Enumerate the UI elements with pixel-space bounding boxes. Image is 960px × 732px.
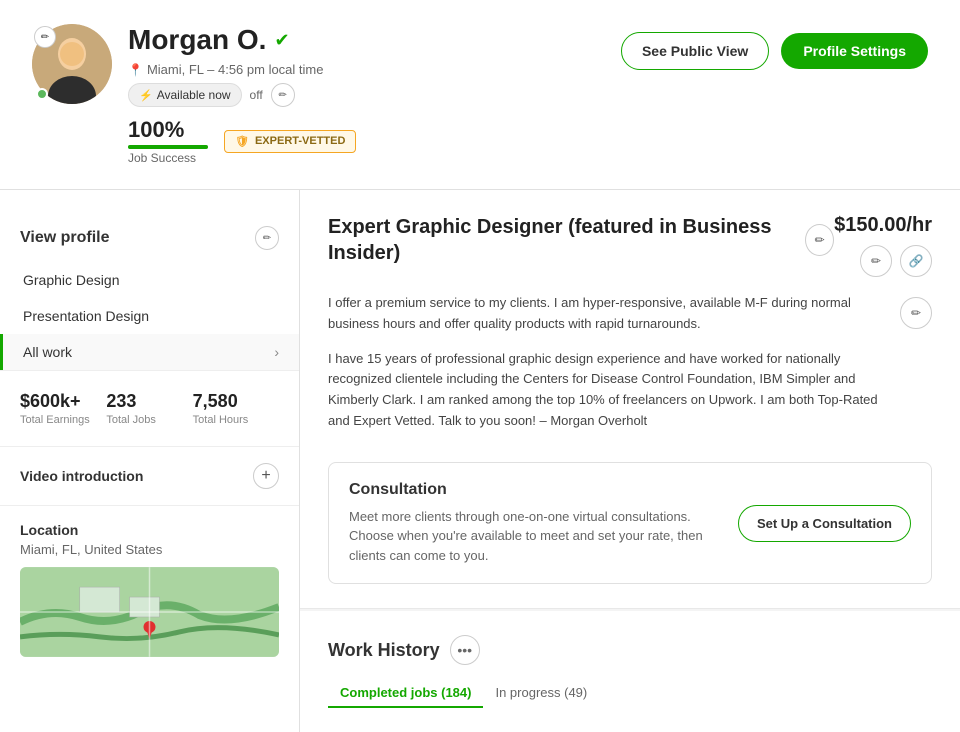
nav-item-all-work[interactable]: All work › bbox=[0, 334, 299, 370]
job-success-row: 100% Job Success 🛡 EXPERT-VETTED bbox=[128, 117, 356, 165]
work-history-more-button[interactable]: ••• bbox=[450, 635, 480, 665]
stat-hours-label: Total Hours bbox=[193, 414, 279, 426]
hourly-rate: $150.00/hr bbox=[834, 214, 932, 237]
availability-label: Available now bbox=[157, 88, 231, 102]
sidebar: View profile ✏ Graphic Design Presentati… bbox=[0, 190, 300, 732]
stat-earnings-label: Total Earnings bbox=[20, 414, 106, 426]
stat-earnings-value: $600k+ bbox=[20, 391, 106, 412]
avatar-wrap: ✏ bbox=[32, 24, 112, 104]
map-placeholder bbox=[20, 567, 279, 657]
availability-edit-button[interactable]: ✏ bbox=[271, 83, 295, 107]
tab-completed-jobs[interactable]: Completed jobs (184) bbox=[328, 679, 483, 708]
stats-row: $600k+ Total Earnings 233 Total Jobs 7,5… bbox=[0, 370, 299, 447]
work-history-tabs: Completed jobs (184) In progress (49) bbox=[328, 679, 932, 708]
profile-header: ✏ Morgan O. ✔ bbox=[0, 0, 960, 190]
title-section: Expert Graphic Designer (featured in Bus… bbox=[328, 214, 932, 277]
bio-wrap: I offer a premium service to my clients.… bbox=[328, 293, 932, 446]
job-success-pct: 100% bbox=[128, 117, 208, 143]
add-video-button[interactable]: + bbox=[253, 463, 279, 489]
progress-bar bbox=[128, 145, 208, 149]
more-icon: ••• bbox=[457, 642, 472, 658]
nav-item-presentation-design[interactable]: Presentation Design bbox=[0, 298, 299, 334]
stat-jobs-label: Total Jobs bbox=[106, 414, 192, 426]
page-wrapper: ✏ Morgan O. ✔ bbox=[0, 0, 960, 732]
main-content: Expert Graphic Designer (featured in Bus… bbox=[300, 190, 960, 732]
video-intro-row: Video introduction + bbox=[20, 463, 279, 489]
main-layout: View profile ✏ Graphic Design Presentati… bbox=[0, 190, 960, 732]
title-right: $150.00/hr ✏ 🔗 bbox=[834, 214, 932, 277]
shield-icon: 🛡 bbox=[235, 135, 249, 148]
rate-edit-button[interactable]: ✏ bbox=[860, 245, 892, 277]
work-history-title: Work History bbox=[328, 640, 440, 661]
verified-badge: ✔ bbox=[274, 30, 289, 51]
consultation-box: Consultation Meet more clients through o… bbox=[328, 462, 932, 585]
availability-button[interactable]: ⚡ Available now bbox=[128, 83, 242, 107]
location-section: Location Miami, FL, United States bbox=[0, 506, 299, 673]
bio-edit-button[interactable]: ✏ bbox=[900, 297, 932, 329]
consultation-title: Consultation bbox=[349, 481, 738, 499]
profile-settings-button[interactable]: Profile Settings bbox=[781, 33, 928, 69]
name-row: Morgan O. ✔ bbox=[128, 24, 356, 56]
pencil-icon: ✏ bbox=[41, 32, 49, 43]
chevron-right-icon: › bbox=[274, 344, 279, 360]
stat-earnings: $600k+ Total Earnings bbox=[20, 391, 106, 426]
location-row: 📍 Miami, FL – 4:56 pm local time bbox=[128, 62, 356, 77]
job-title: Expert Graphic Designer (featured in Bus… bbox=[328, 214, 797, 266]
stat-jobs-value: 233 bbox=[106, 391, 192, 412]
sidebar-title-row: View profile ✏ bbox=[0, 210, 299, 262]
availability-row: ⚡ Available now off ✏ bbox=[128, 83, 356, 107]
bio-paragraph-1: I offer a premium service to my clients.… bbox=[328, 293, 892, 335]
stat-jobs: 233 Total Jobs bbox=[106, 391, 192, 426]
user-name: Morgan O. bbox=[128, 24, 266, 56]
expert-badge-label: EXPERT-VETTED bbox=[255, 135, 345, 147]
job-success-block: 100% Job Success bbox=[128, 117, 208, 165]
availability-status: off bbox=[250, 88, 263, 102]
bio-content: I offer a premium service to my clients.… bbox=[328, 293, 892, 446]
profile-info: Morgan O. ✔ 📍 Miami, FL – 4:56 pm local … bbox=[128, 24, 356, 165]
rate-link-button[interactable]: 🔗 bbox=[900, 245, 932, 277]
stat-hours-value: 7,580 bbox=[193, 391, 279, 412]
nav-items: Graphic Design Presentation Design All w… bbox=[0, 262, 299, 370]
rate-actions: ✏ 🔗 bbox=[860, 245, 932, 277]
bio-paragraph-2: I have 15 years of professional graphic … bbox=[328, 349, 892, 432]
work-history-header: Work History ••• bbox=[328, 635, 932, 665]
lightning-icon: ⚡ bbox=[139, 89, 153, 102]
location-pin-icon: 📍 bbox=[128, 63, 143, 77]
nav-item-graphic-design[interactable]: Graphic Design bbox=[0, 262, 299, 298]
view-profile-title: View profile bbox=[20, 229, 110, 247]
profile-bio-card: Expert Graphic Designer (featured in Bus… bbox=[300, 190, 960, 609]
profile-left: ✏ Morgan O. ✔ bbox=[32, 24, 356, 165]
progress-fill bbox=[128, 145, 208, 149]
video-intro-section: Video introduction + bbox=[0, 447, 299, 506]
online-indicator bbox=[36, 88, 48, 100]
location-title: Location bbox=[20, 522, 279, 538]
title-edit-row: Expert Graphic Designer (featured in Bus… bbox=[328, 214, 834, 266]
avatar-edit-button[interactable]: ✏ bbox=[34, 26, 56, 48]
header-actions: See Public View Profile Settings bbox=[621, 32, 928, 70]
tab-in-progress[interactable]: In progress (49) bbox=[483, 679, 599, 708]
see-public-view-button[interactable]: See Public View bbox=[621, 32, 769, 70]
location-display: Miami, FL, United States bbox=[20, 542, 279, 557]
video-intro-title: Video introduction bbox=[20, 468, 143, 484]
view-profile-edit-button[interactable]: ✏ bbox=[255, 226, 279, 250]
stat-hours: 7,580 Total Hours bbox=[193, 391, 279, 426]
consultation-text: Meet more clients through one-on-one vir… bbox=[349, 507, 729, 566]
expert-vetted-badge: 🛡 EXPERT-VETTED bbox=[224, 130, 356, 153]
location-text: Miami, FL – 4:56 pm local time bbox=[147, 62, 324, 77]
job-success-label: Job Success bbox=[128, 151, 208, 165]
consultation-left: Consultation Meet more clients through o… bbox=[349, 481, 738, 566]
title-left: Expert Graphic Designer (featured in Bus… bbox=[328, 214, 834, 266]
setup-consultation-button[interactable]: Set Up a Consultation bbox=[738, 505, 911, 542]
title-edit-button[interactable]: ✏ bbox=[805, 224, 834, 256]
work-history-card: Work History ••• Completed jobs (184) In… bbox=[300, 611, 960, 732]
